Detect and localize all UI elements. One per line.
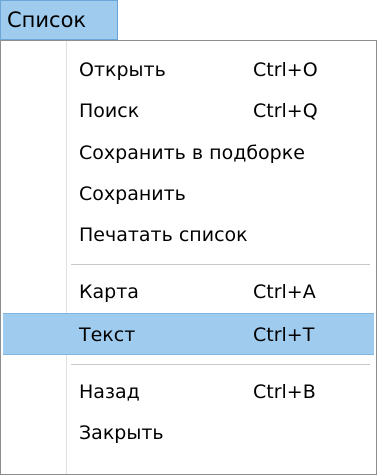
menu-item-shortcut: Ctrl+B (253, 381, 316, 403)
menu-item-label: Закрыть (79, 422, 164, 444)
list-dropdown-menu: Открыть Ctrl+O Поиск Ctrl+Q Сохранить в … (0, 40, 377, 475)
menu-item-shortcut: Ctrl+A (253, 281, 316, 303)
menu-item-map[interactable]: Карта Ctrl+A (3, 271, 374, 313)
menu-item-shortcut: Ctrl+Q (253, 100, 318, 122)
menu-item-label: Карта (79, 281, 139, 303)
menu-item-label: Сохранить в подборке (79, 142, 305, 164)
menu-item-label: Открыть (79, 59, 166, 81)
menu-item-search[interactable]: Поиск Ctrl+Q (3, 90, 374, 132)
menu-title-list[interactable]: Список (0, 0, 118, 40)
menu-item-save[interactable]: Сохранить (3, 173, 374, 215)
menu-item-close[interactable]: Закрыть (3, 412, 374, 454)
menu-item-label: Печатать список (79, 224, 248, 246)
menu-item-label: Назад (79, 381, 140, 403)
menu-item-label: Текст (79, 324, 136, 346)
menu-item-print-list[interactable]: Печатать список (3, 214, 374, 256)
menu-item-shortcut: Ctrl+O (253, 59, 318, 81)
menu-separator (71, 264, 370, 266)
menu-item-text[interactable]: Текст Ctrl+T (3, 313, 374, 355)
menu-item-label: Сохранить (79, 183, 186, 205)
menu-separator (71, 364, 370, 366)
menu-item-open[interactable]: Открыть Ctrl+O (3, 49, 374, 91)
menu-item-back[interactable]: Назад Ctrl+B (3, 371, 374, 413)
menu-item-save-in-collection[interactable]: Сохранить в подборке (3, 132, 374, 174)
menu-item-shortcut: Ctrl+T (253, 324, 315, 346)
menu-item-label: Поиск (79, 100, 140, 122)
